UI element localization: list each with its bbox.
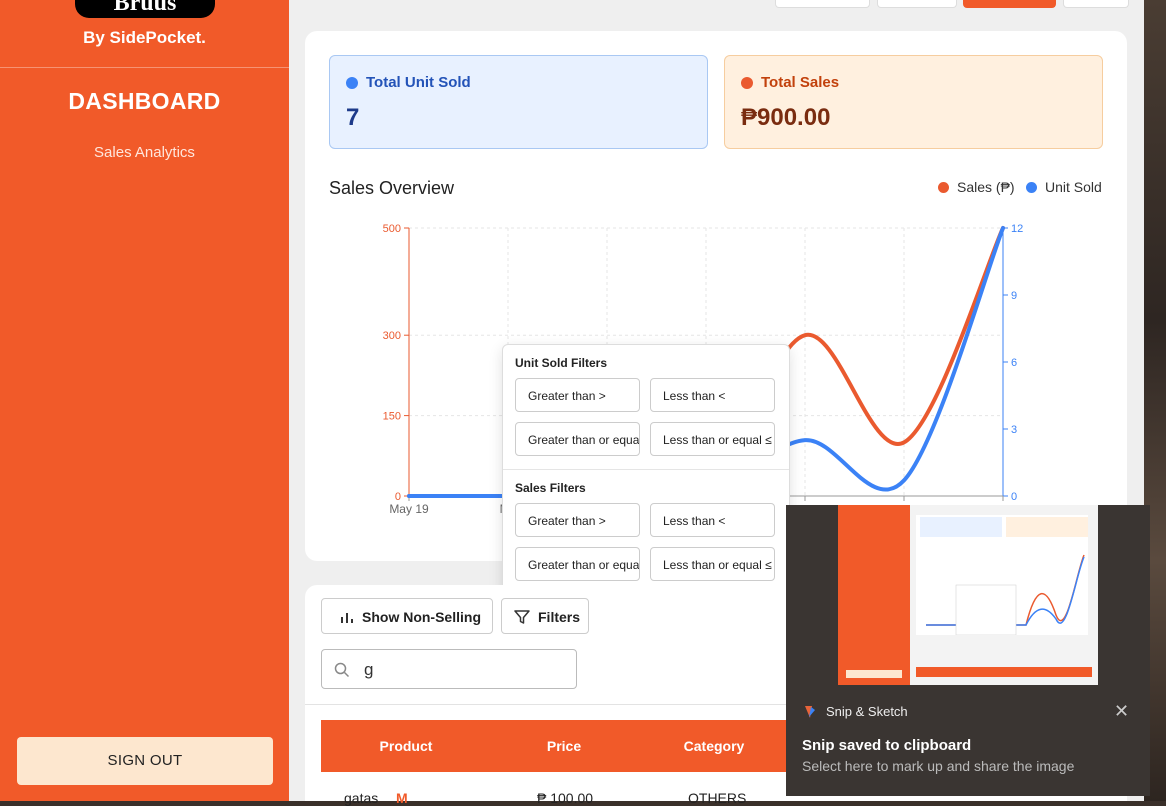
y-right-tick-label: 9 [1011, 290, 1017, 302]
overview-title: Sales Overview [329, 178, 455, 198]
toast-body: Select here to mark up and share the ima… [802, 758, 1075, 774]
legend-sales[interactable]: Sales (₱) [938, 179, 1015, 195]
toast-app-name: Snip & Sketch [826, 704, 908, 719]
thumbnail-table-header [916, 667, 1092, 677]
y-right-tick-label: 0 [1011, 491, 1017, 503]
snip-toast-notification[interactable]: Snip & Sketch ✕ Snip saved to clipboard … [786, 505, 1150, 796]
show-non-selling-button[interactable]: Show Non-Selling [321, 598, 493, 634]
screenshot-thumbnail[interactable] [838, 505, 1098, 685]
unit-gte-button[interactable]: Greater than or equal ≥ [515, 422, 640, 456]
popup-divider [503, 469, 789, 470]
top-tab[interactable] [1063, 0, 1129, 8]
unit-lte-button[interactable]: Less than or equal ≤ [650, 422, 775, 456]
filters-button[interactable]: Filters [501, 598, 589, 634]
legend-units[interactable]: Unit Sold [1026, 179, 1102, 195]
brand-logo: Bruus [75, 0, 215, 18]
brand-subtitle: By SidePocket. [83, 28, 206, 47]
cell-product: gatas [344, 790, 379, 806]
legend-units-label: Unit Sold [1045, 179, 1102, 195]
total-units-label: Total Unit Sold [366, 74, 471, 91]
sidebar-item-sales-analytics[interactable]: Sales Analytics [0, 144, 289, 161]
cell-category: OTHERS [688, 790, 747, 806]
thumbnail-stat-units [920, 517, 1002, 537]
y-right-tick-label: 6 [1011, 357, 1017, 369]
total-sales-card: Total Sales ₱900.00 [724, 55, 1103, 149]
legend-sales-label: Sales (₱) [957, 179, 1015, 195]
top-tab[interactable] [775, 0, 870, 8]
y-left-tick-label: 500 [383, 223, 401, 235]
legend-units-dot-icon [1026, 182, 1037, 193]
bar-chart-icon [341, 613, 353, 623]
top-tab-active[interactable] [963, 0, 1056, 8]
units-dot-icon [346, 77, 358, 89]
legend-sales-dot-icon [938, 182, 949, 193]
show-non-selling-label: Show Non-Selling [362, 609, 481, 625]
total-units-card: Total Unit Sold 7 [329, 55, 708, 149]
y-right-tick-label: 12 [1011, 223, 1023, 235]
sales-lte-button[interactable]: Less than or equal ≤ [650, 547, 775, 581]
total-sales-label: Total Sales [761, 74, 840, 91]
top-tab[interactable] [877, 0, 957, 8]
total-units-value: 7 [346, 104, 360, 131]
column-header-price[interactable]: Price [521, 720, 607, 772]
column-header-category[interactable]: Category [661, 720, 767, 772]
close-icon[interactable]: ✕ [1114, 701, 1129, 722]
sign-out-button[interactable]: SIGN OUT [17, 737, 273, 785]
sales-gte-button[interactable]: Greater than or equal ≥ [515, 547, 640, 581]
filter-icon [514, 610, 530, 624]
sales-lt-button[interactable]: Less than < [650, 503, 775, 537]
sales-filters-title: Sales Filters [515, 481, 586, 495]
thumbnail-stat-sales [1006, 517, 1088, 537]
search-field[interactable] [321, 649, 577, 689]
unit-gt-button[interactable]: Greater than > [515, 378, 640, 412]
y-right-tick-label: 3 [1011, 424, 1017, 436]
filters-label: Filters [538, 609, 581, 625]
thumbnail-chart [926, 554, 1085, 635]
sales-dot-icon [741, 77, 753, 89]
sidebar: Bruus By SidePocket. DASHBOARD Sales Ana… [0, 0, 289, 801]
cell-price: ₱ 100.00 [537, 790, 594, 806]
unit-filters-title: Unit Sold Filters [515, 356, 608, 370]
sidebar-title[interactable]: DASHBOARD [0, 88, 289, 115]
toast-heading: Snip saved to clipboard [802, 737, 972, 754]
column-header-product[interactable]: Product [341, 720, 471, 772]
sidebar-divider [0, 67, 289, 68]
y-left-tick-label: 150 [383, 411, 401, 423]
cell-badge: M [396, 790, 408, 806]
filters-popup: Unit Sold Filters Greater than > Less th… [502, 344, 790, 596]
snip-sketch-app-icon [805, 706, 815, 718]
search-icon [334, 662, 350, 678]
total-sales-value: ₱900.00 [741, 104, 831, 131]
unit-lt-button[interactable]: Less than < [650, 378, 775, 412]
sales-gt-button[interactable]: Greater than > [515, 503, 640, 537]
search-input[interactable] [362, 658, 566, 682]
thumbnail-sidebar [838, 505, 910, 685]
y-left-tick-label: 300 [383, 330, 401, 342]
thumbnail-signout [846, 670, 902, 678]
x-tick-label: May 19 [389, 502, 429, 516]
